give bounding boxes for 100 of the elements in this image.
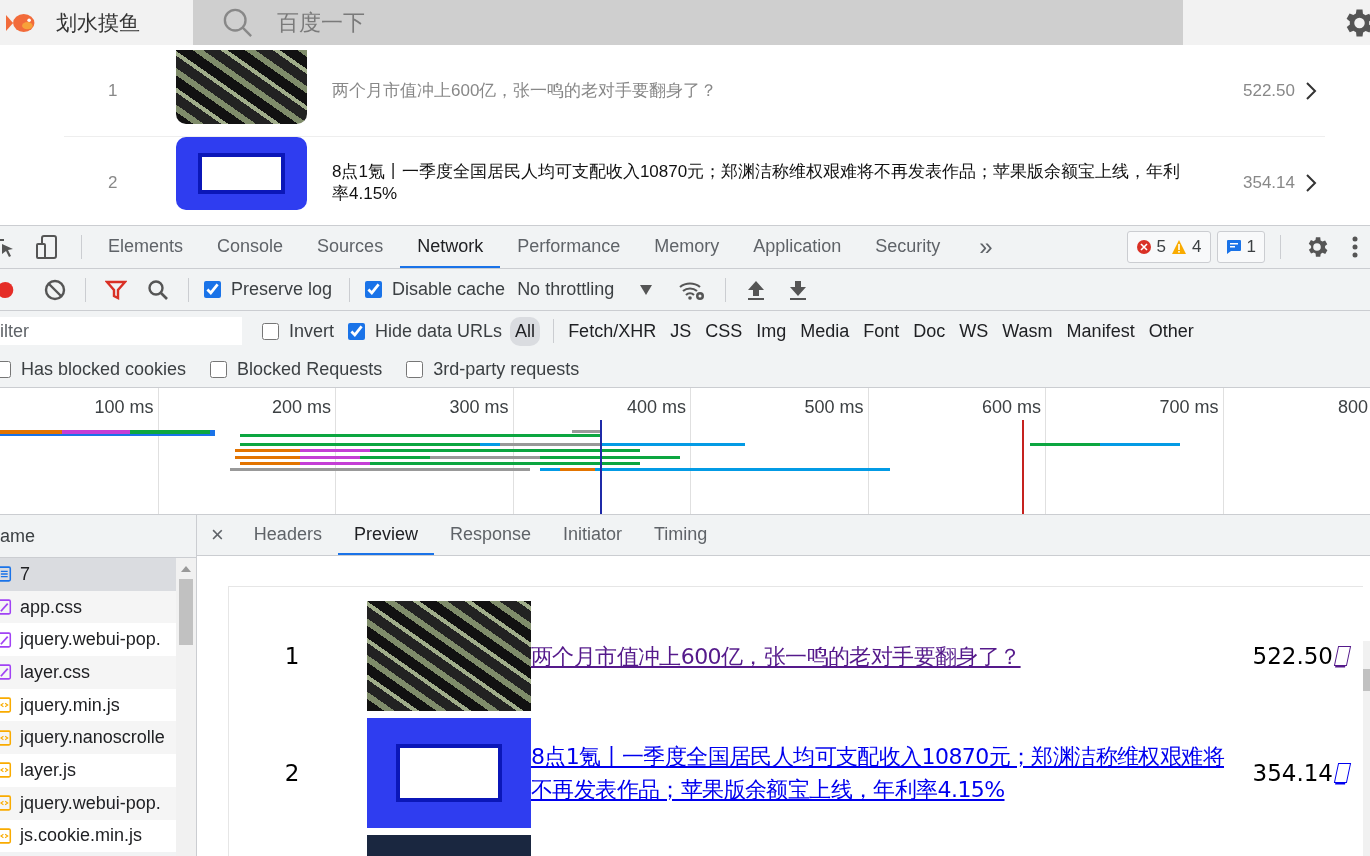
panel-tab[interactable]: Network	[400, 226, 501, 268]
chevron-right-icon[interactable]	[1305, 172, 1317, 193]
thumbnail-image[interactable]	[367, 601, 531, 711]
stylesheet-icon	[0, 630, 12, 649]
checkbox[interactable]	[262, 322, 279, 340]
message-icon	[1225, 239, 1242, 255]
type-filter-button[interactable]: Font	[858, 316, 905, 346]
score-value: 354.14	[1242, 172, 1295, 193]
request-row[interactable]: layer.js	[0, 754, 176, 787]
type-filter-button[interactable]: Img	[751, 316, 792, 346]
missing-glyph-icon[interactable]	[1333, 646, 1352, 666]
stylesheet-icon	[0, 663, 12, 682]
article-link[interactable]: 8点1氪丨一季度全国居民人均可支配收入10870元；郑渊洁称维权艰难将不再发表作品；苹果版余额宝上线，年利率4.15%	[531, 740, 1253, 806]
type-filter-button[interactable]: WS	[954, 316, 994, 346]
article-link[interactable]: 两个月市值冲上600亿，张一鸣的老对手要翻身了？	[531, 639, 1253, 673]
request-row[interactable]: jquery.webui-pop.	[0, 786, 176, 820]
rank-number: 1	[107, 80, 119, 101]
script-icon	[0, 826, 12, 845]
checkbox-label: Has blocked cookies	[21, 358, 187, 380]
error-icon	[1135, 239, 1152, 255]
thumbnail-image[interactable]	[176, 49, 307, 124]
request-row[interactable]: app.css	[0, 590, 176, 624]
type-filter-button[interactable]: Wasm	[997, 316, 1058, 346]
checkbox-label: Disable cache	[392, 279, 506, 300]
panel-tab[interactable]: Elements	[91, 226, 201, 268]
type-filter-button[interactable]: Media	[795, 316, 855, 346]
score-value: 354.14	[1252, 760, 1333, 786]
type-filter-button[interactable]: All	[510, 316, 541, 346]
chevron-right-icon[interactable]	[1305, 80, 1317, 101]
request-row[interactable]: 7	[0, 558, 176, 591]
request-row[interactable]: jquery.webui-pop.	[0, 623, 176, 657]
search-bar[interactable]: 百度一下	[193, 0, 1183, 45]
panel-tab[interactable]: Sources	[300, 226, 401, 268]
search-icon[interactable]	[147, 278, 169, 301]
detail-tab[interactable]: Headers	[237, 515, 338, 555]
device-toolbar-icon[interactable]	[36, 235, 58, 259]
type-filter-button[interactable]: Doc	[908, 316, 951, 346]
record-icon[interactable]	[0, 279, 16, 300]
warning-icon	[1171, 239, 1188, 255]
panel-tab[interactable]: Memory	[637, 226, 737, 268]
detail-tab[interactable]: Timing	[638, 515, 724, 555]
thumbnail-image[interactable]	[367, 718, 531, 828]
site-title[interactable]: 划水摸鱼	[56, 8, 174, 37]
more-tabs-icon[interactable]: »	[979, 233, 993, 261]
checkbox[interactable]	[406, 360, 424, 378]
scrollbar-thumb[interactable]	[1363, 669, 1370, 691]
request-row[interactable]: jquery.min.js	[0, 688, 176, 722]
detail-tab[interactable]: Response	[433, 515, 547, 555]
checkbox-label: Preserve log	[231, 279, 333, 300]
panel-tab[interactable]: Application	[736, 226, 859, 268]
type-filter-button[interactable]: Other	[1143, 316, 1199, 346]
time-tick-label: 500 ms	[804, 397, 864, 417]
scrollbar-thumb[interactable]	[179, 579, 193, 645]
request-row[interactable]: js.cookie.min.js	[0, 819, 176, 853]
type-filter-button[interactable]: JS	[665, 316, 697, 346]
article-title[interactable]: 两个月市值冲上600亿，张一鸣的老对手要翻身了？	[307, 79, 1205, 102]
panel-tab[interactable]: Console	[200, 226, 301, 268]
time-tick-label: 200 ms	[271, 397, 331, 417]
time-tick-label: 600 ms	[981, 397, 1041, 417]
close-icon[interactable]: ×	[211, 522, 224, 548]
clear-icon[interactable]	[44, 278, 66, 301]
checkbox[interactable]	[210, 360, 228, 378]
type-filter-button[interactable]: Fetch/XHR	[563, 316, 662, 346]
panel-tab[interactable]: Security	[858, 226, 958, 268]
rank-number: 1	[283, 643, 301, 669]
thumbnail-image[interactable]	[176, 137, 307, 210]
checkbox[interactable]	[204, 281, 221, 298]
throttling-dropdown[interactable]: No throttling	[517, 279, 653, 300]
time-tick-label: 800	[1337, 397, 1368, 417]
kebab-menu-icon[interactable]	[1352, 236, 1358, 258]
request-row[interactable]: jquery.nanoscrolle	[0, 721, 176, 755]
checkbox-label: Hide data URLs	[375, 320, 503, 342]
script-icon	[0, 728, 12, 747]
rank-number: 2	[107, 172, 119, 193]
warning-count: 4	[1192, 237, 1202, 257]
checkbox[interactable]	[348, 322, 366, 340]
error-count: 5	[1156, 237, 1167, 257]
missing-glyph-icon[interactable]	[1333, 763, 1352, 783]
message-count: 1	[1246, 237, 1256, 257]
time-tick-label: 400 ms	[626, 397, 686, 417]
caret-icon	[640, 284, 653, 295]
score-value: 522.50	[1252, 643, 1333, 669]
panel-tab[interactable]: Performance	[500, 226, 638, 268]
column-header[interactable]: ame	[0, 525, 35, 547]
search-field[interactable]: 百度一下	[275, 8, 779, 37]
time-tick-label: 700 ms	[1159, 397, 1219, 417]
detail-tab[interactable]: Initiator	[547, 515, 639, 555]
checkbox[interactable]	[365, 281, 383, 298]
script-icon	[0, 696, 12, 715]
type-filter-button[interactable]: CSS	[700, 316, 748, 346]
article-title[interactable]: 8点1氪丨一季度全国居民人均可支配收入10870元；郑渊洁称维权艰难将不再发表作品；苹果版余额宝上线，年利率4.15%	[307, 160, 1205, 205]
filter-field[interactable]: ilter	[0, 317, 242, 345]
messages-counter[interactable]: 1	[1216, 231, 1265, 263]
document-icon	[0, 565, 12, 584]
type-filter-button[interactable]: Manifest	[1061, 316, 1140, 346]
issues-counter[interactable]: 5 4	[1126, 231, 1211, 263]
rank-number: 2	[283, 760, 301, 786]
checkbox-label: 3rd-party requests	[433, 358, 580, 380]
request-row[interactable]: layer.css	[0, 656, 176, 689]
filter-icon[interactable]	[105, 278, 127, 301]
